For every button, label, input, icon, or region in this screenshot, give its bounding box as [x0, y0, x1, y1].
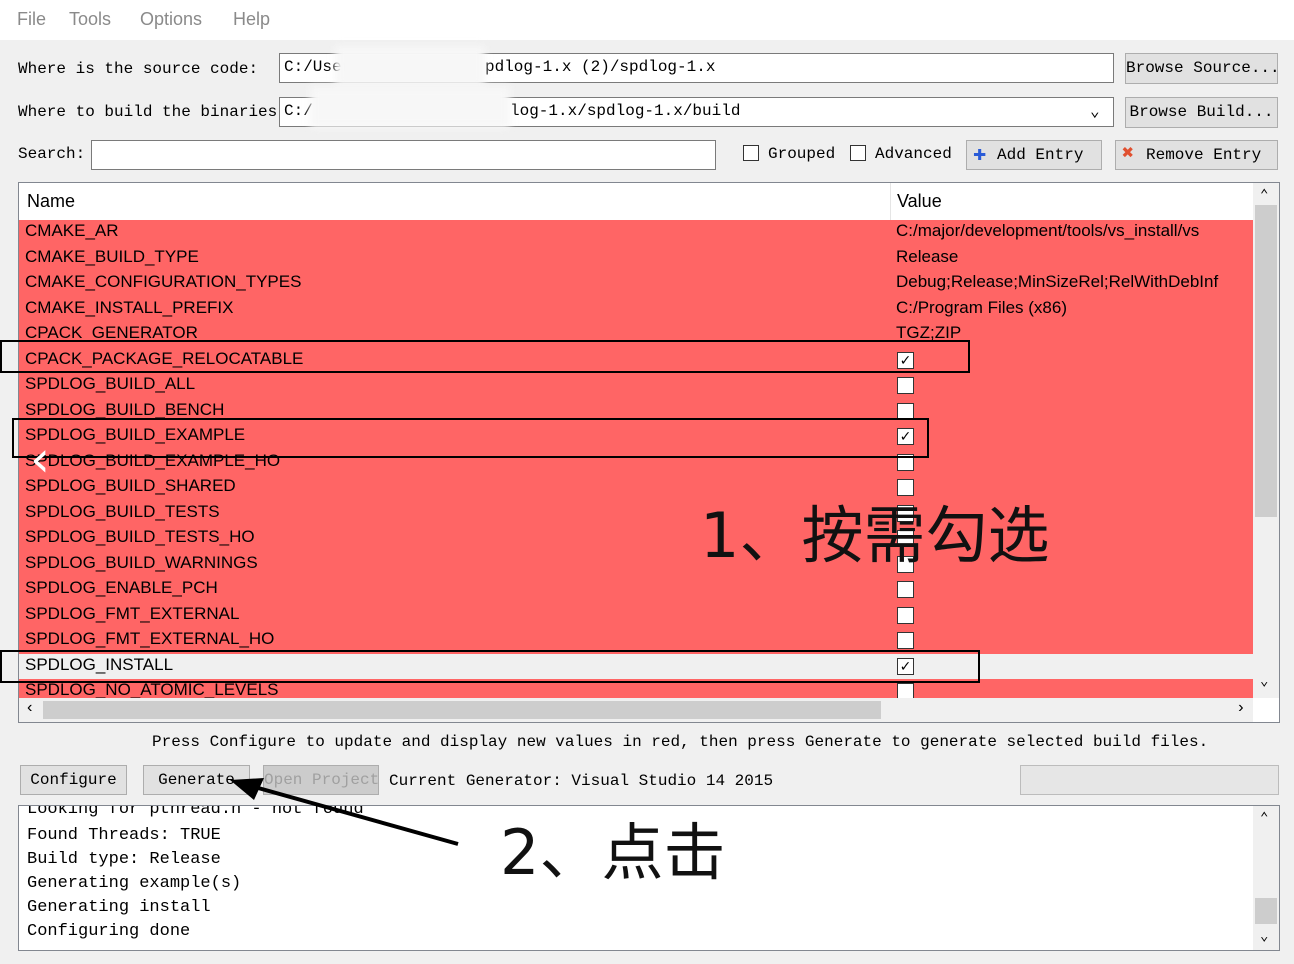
unchecked-checkbox[interactable]	[897, 581, 914, 598]
advanced-label: Advanced	[875, 145, 952, 163]
row-name: SPDLOG_BUILD_ALL	[25, 374, 196, 393]
menu-options[interactable]: Options	[140, 9, 202, 30]
unchecked-checkbox[interactable]	[897, 606, 914, 624]
row-value[interactable]: Debug;Release;MinSizeRel;RelWithDebInf	[896, 272, 1253, 292]
unchecked-checkbox[interactable]	[897, 377, 914, 394]
column-divider	[890, 183, 891, 220]
row-value[interactable]: C:/Program Files (x86)	[896, 298, 1253, 318]
row-name: CMAKE_CONFIGURATION_TYPES	[25, 272, 302, 291]
table-row[interactable]: SPDLOG_BUILD_WARNINGS	[19, 551, 1253, 577]
menu-help[interactable]: Help	[233, 9, 270, 30]
row-name: SPDLOG_ENABLE_PCH	[25, 578, 218, 597]
row-name: SPDLOG_FMT_EXTERNAL	[25, 603, 240, 623]
remove-entry-button[interactable]: ✖ Remove Entry	[1115, 140, 1278, 170]
scroll-thumb[interactable]	[1255, 205, 1277, 517]
browse-build-button[interactable]: Browse Build...	[1125, 97, 1278, 128]
table-row[interactable]: CMAKE_CONFIGURATION_TYPES Debug;Release;M…	[19, 271, 1253, 297]
source-path-end: pdlog-1.x (2)/spdlog-1.x	[485, 58, 716, 76]
scroll-up-icon[interactable]: ⌃	[1260, 810, 1268, 827]
row-name: SPDLOG_BUILD_BENCH	[25, 399, 225, 419]
column-header-value[interactable]: Value	[897, 191, 942, 212]
build-path-end: log-1.x/spdlog-1.x/build	[510, 102, 741, 120]
row-name: SPDLOG_BUILD_TESTS_HO	[25, 527, 255, 546]
row-value[interactable]: Release	[896, 247, 1253, 267]
unchecked-checkbox[interactable]	[897, 402, 914, 420]
scroll-right-icon[interactable]: ›	[1236, 699, 1246, 717]
row-name: SPDLOG_BUILD_WARNINGS	[25, 552, 258, 572]
chevron-down-icon[interactable]: ⌄	[1090, 101, 1100, 121]
vertical-scrollbar[interactable]: ⌃ ⌄	[1253, 183, 1279, 698]
hint-text: Press Configure to update and display ne…	[152, 733, 1209, 751]
log-line: Generating example(s)	[27, 874, 242, 893]
row-name: SPDLOG_BUILD_SHARED	[25, 476, 236, 495]
row-name: CMAKE_AR	[25, 221, 119, 240]
table-rows: CMAKE_AR C:/major/development/tools/vs_in…	[19, 220, 1253, 698]
table-row[interactable]: SPDLOG_BUILD_ALL	[19, 373, 1253, 399]
scroll-thumb[interactable]	[43, 701, 881, 719]
add-entry-label: Add Entry	[997, 146, 1084, 164]
remove-entry-label: Remove Entry	[1146, 146, 1262, 164]
progress-bar	[1020, 765, 1279, 795]
log-line: Build type: Release	[27, 850, 221, 869]
highlight-box-example	[12, 418, 929, 458]
log-line: Found Threads: TRUE	[27, 826, 221, 845]
menu-file[interactable]: File	[17, 9, 46, 30]
menu-bar: File Tools Options Help	[0, 0, 1294, 40]
annotation-step1: 1、按需勾选	[700, 499, 1050, 572]
row-value[interactable]: C:/major/development/tools/vs_install/vs	[896, 221, 1253, 241]
row-name: SPDLOG_FMT_EXTERNAL_HO	[25, 629, 275, 648]
arrow-shaft	[243, 782, 459, 846]
table-row[interactable]: CMAKE_BUILD_TYPE Release	[19, 245, 1253, 271]
grouped-checkbox[interactable]	[743, 145, 759, 161]
table-row[interactable]: CMAKE_AR C:/major/development/tools/vs_in…	[19, 220, 1253, 246]
table-row[interactable]: SPDLOG_ENABLE_PCH	[19, 577, 1253, 603]
row-name: CMAKE_INSTALL_PREFIX	[25, 297, 234, 317]
row-name: SPDLOG_BUILD_TESTS	[25, 501, 220, 521]
scroll-down-icon[interactable]: ⌄	[1260, 673, 1268, 690]
redaction-blur	[310, 86, 510, 128]
log-scrollbar[interactable]: ⌃ ⌄	[1253, 806, 1279, 950]
scroll-down-icon[interactable]: ⌄	[1260, 928, 1268, 945]
grouped-label: Grouped	[768, 145, 836, 163]
table-row[interactable]: CMAKE_INSTALL_PREFIX C:/Program Files (x8…	[19, 296, 1253, 322]
build-label: Where to build the binaries:	[18, 103, 287, 121]
remove-x-icon: ✖	[1122, 143, 1135, 166]
highlight-box-install	[0, 650, 980, 683]
column-header-name[interactable]: Name	[27, 191, 75, 212]
table-row[interactable]: SPDLOG_BUILD_TESTS_HO	[19, 526, 1253, 552]
search-input[interactable]	[91, 140, 716, 170]
add-entry-button[interactable]: ✚ Add Entry	[966, 140, 1102, 170]
advanced-checkbox[interactable]	[850, 145, 866, 161]
log-line: Generating install	[27, 898, 211, 917]
annotation-step2: 2、点击	[500, 816, 726, 889]
unchecked-checkbox[interactable]	[897, 683, 914, 698]
table-row[interactable]: SPDLOG_FMT_EXTERNAL	[19, 602, 1253, 628]
plus-icon: ✚	[973, 142, 987, 167]
highlight-box-relocatable	[0, 340, 970, 373]
row-name: CMAKE_BUILD_TYPE	[25, 246, 199, 266]
table-header: Name Value	[19, 183, 1253, 220]
horizontal-scrollbar[interactable]: ‹ ›	[19, 698, 1253, 722]
arrow-head	[230, 778, 264, 800]
configure-button[interactable]: Configure	[20, 765, 127, 795]
scroll-thumb[interactable]	[1255, 898, 1277, 924]
source-label: Where is the source code:	[18, 60, 259, 78]
back-chevron-icon[interactable]: ‹	[30, 430, 50, 488]
scroll-left-icon[interactable]: ‹	[25, 699, 35, 717]
browse-source-button[interactable]: Browse Source...	[1125, 53, 1278, 84]
table-row[interactable]: SPDLOG_BUILD_SHARED	[19, 475, 1253, 501]
table-row[interactable]: SPDLOG_BUILD_TESTS	[19, 500, 1253, 526]
menu-tools[interactable]: Tools	[69, 9, 111, 30]
search-label: Search:	[18, 145, 86, 163]
log-line: Configuring done	[27, 922, 191, 941]
build-path-start: C:/	[284, 102, 313, 120]
arrow-annotation	[230, 778, 459, 846]
redaction-blur	[335, 46, 485, 86]
scroll-up-icon[interactable]: ⌃	[1260, 187, 1268, 204]
unchecked-checkbox[interactable]	[897, 632, 914, 649]
